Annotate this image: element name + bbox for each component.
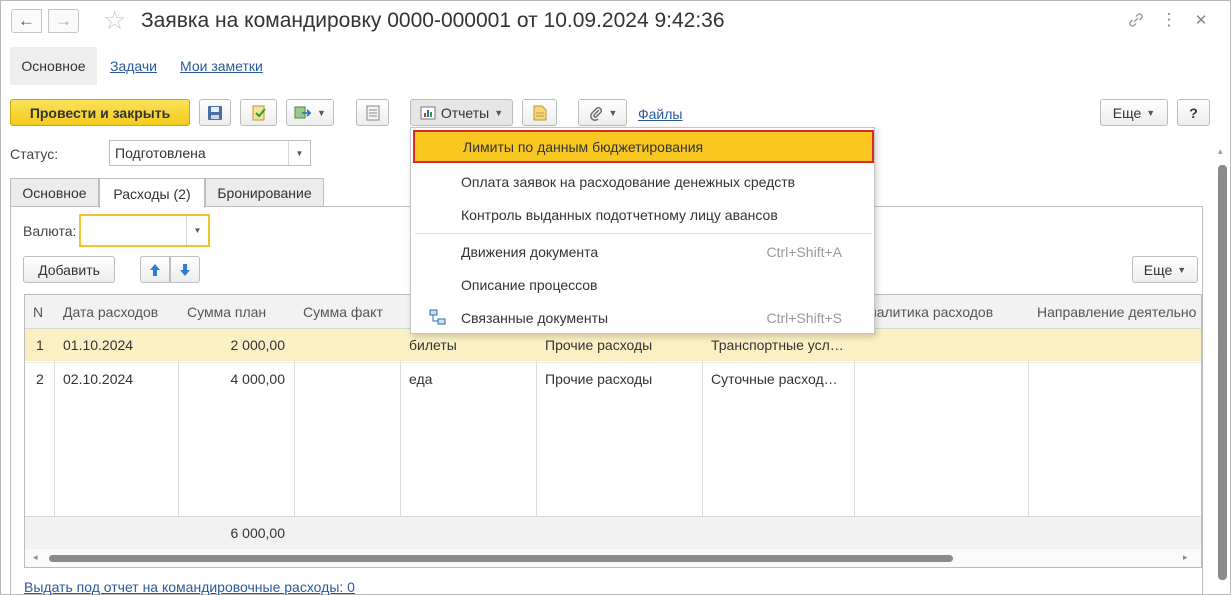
more-button[interactable]: Еще ▼ <box>1100 99 1168 126</box>
menu-item-payment-requests[interactable]: Оплата заявок на расходование денежных с… <box>411 165 874 198</box>
menu-item-label: Описание процессов <box>461 276 598 293</box>
scroll-up-icon[interactable]: ▴ <box>1218 146 1223 157</box>
files-link[interactable]: Файлы <box>638 106 682 122</box>
arrow-left-icon: ← <box>18 11 35 30</box>
close-icon[interactable]: ✕ <box>1190 9 1212 31</box>
chevron-down-icon: ▼ <box>494 107 504 118</box>
status-select[interactable]: Подготовлена ▼ <box>109 140 311 166</box>
status-label: Статус: <box>10 146 59 162</box>
chevron-down-icon: ▼ <box>608 107 618 118</box>
header-date[interactable]: Дата расходов <box>55 295 179 329</box>
header-direction[interactable]: Направление деятельно <box>1029 295 1201 329</box>
reports-menu: Лимиты по данным бюджетирования Оплата з… <box>410 127 875 334</box>
chevron-down-icon: ▼ <box>1177 264 1187 275</box>
help-button[interactable]: ? <box>1177 99 1210 126</box>
vertical-scroll-thumb[interactable] <box>1218 165 1227 580</box>
advance-link[interactable]: Выдать под отчет на командировочные расх… <box>24 579 355 595</box>
structure-button[interactable] <box>356 99 389 126</box>
menu-item-label: Движения документа <box>461 243 599 260</box>
scroll-right-icon[interactable]: ▸ <box>1183 552 1188 563</box>
save-icon <box>208 105 222 120</box>
move-up-button[interactable] <box>140 256 170 283</box>
tab-inner-main[interactable]: Основное <box>10 178 99 207</box>
menu-item-shortcut: Ctrl+Shift+S <box>766 309 842 326</box>
cell-fact <box>295 329 401 361</box>
paperclip-icon <box>589 106 602 121</box>
menu-separator <box>415 233 872 234</box>
save-button[interactable] <box>199 99 231 126</box>
create-based-on-button[interactable]: ▼ <box>286 99 334 126</box>
header-plan[interactable]: Сумма план <box>179 295 295 329</box>
tab-main[interactable]: Основное <box>10 47 97 85</box>
cell-date: 01.10.2024 <box>63 337 134 353</box>
cell-date: 02.10.2024 <box>63 371 134 387</box>
menu-item-budget-limits[interactable]: Лимиты по данным бюджетирования <box>413 130 874 163</box>
post-button[interactable] <box>240 99 277 126</box>
print-button[interactable] <box>522 99 557 126</box>
chevron-down-icon[interactable]: ▼ <box>186 216 208 245</box>
menu-item-shortcut: Ctrl+Shift+A <box>766 243 842 260</box>
menu-item-document-movements[interactable]: Движения документа Ctrl+Shift+A <box>411 235 874 268</box>
link-icon[interactable] <box>1125 9 1147 31</box>
attach-button[interactable]: ▼ <box>578 99 627 126</box>
cell-fact <box>295 363 401 395</box>
create-based-icon <box>294 106 312 118</box>
horizontal-scrollbar[interactable]: ◂ ▸ <box>25 549 1201 567</box>
tab-booking[interactable]: Бронирование <box>205 178 324 207</box>
forward-button[interactable]: → <box>48 9 79 33</box>
total-plan: 6 000,00 <box>230 525 286 541</box>
arrow-down-icon <box>180 263 190 276</box>
table-row[interactable]: 2 02.10.2024 4 000,00 еда Прочие расходы… <box>25 362 1201 394</box>
chevron-down-icon[interactable]: ▼ <box>288 141 310 165</box>
menu-item-label: Оплата заявок на расходование денежных с… <box>461 173 796 190</box>
tab-expenses[interactable]: Расходы (2) <box>99 178 205 208</box>
cell-plan: 2 000,00 <box>230 337 286 353</box>
post-and-close-button[interactable]: Провести и закрыть <box>10 99 190 126</box>
page-title: Заявка на командировку 0000-000001 от 10… <box>141 9 725 32</box>
menu-item-label: Лимиты по данным бюджетирования <box>463 138 704 155</box>
chevron-down-icon: ▼ <box>1146 107 1156 118</box>
table-footer: 6 000,00 <box>25 516 1201 549</box>
tab-tasks[interactable]: Задачи <box>110 58 157 74</box>
cell-plan: 4 000,00 <box>230 371 286 387</box>
reports-label: Отчеты <box>440 104 490 121</box>
tab-notes[interactable]: Мои заметки <box>180 58 263 74</box>
table-more-label: Еще <box>1143 261 1173 278</box>
horizontal-scroll-thumb[interactable] <box>49 555 953 562</box>
document-icon <box>533 105 546 120</box>
more-vert-icon[interactable]: ⋮ <box>1158 9 1180 31</box>
scroll-left-icon[interactable]: ◂ <box>33 552 38 563</box>
arrow-up-icon <box>150 263 160 276</box>
menu-item-label: Связанные документы <box>461 309 609 326</box>
header-analytics[interactable]: налитика расходов <box>855 295 1029 329</box>
cell-n: 2 <box>36 371 44 387</box>
menu-item-related-documents[interactable]: Связанные документы Ctrl+Shift+S <box>411 301 874 334</box>
cell-item: Суточные расход… <box>711 371 838 387</box>
back-button[interactable]: ← <box>11 9 42 33</box>
more-label: Еще <box>1112 104 1142 121</box>
reports-button[interactable]: Отчеты ▼ <box>410 99 513 126</box>
related-documents-icon <box>429 309 446 325</box>
favorite-star-icon[interactable]: ☆ <box>103 5 126 35</box>
expenses-table[interactable]: N Дата расходов Сумма план Сумма факт на… <box>24 294 1202 568</box>
add-button[interactable]: Добавить <box>23 256 115 283</box>
status-value: Подготовлена <box>115 145 206 161</box>
currency-select[interactable]: ▼ <box>79 214 210 247</box>
chevron-down-icon: ▼ <box>317 107 326 118</box>
cell-descr: еда <box>409 371 433 387</box>
cell-type: Прочие расходы <box>545 371 653 387</box>
menu-item-process-description[interactable]: Описание процессов <box>411 268 874 301</box>
arrow-right-icon: → <box>55 11 72 30</box>
list-icon <box>366 105 379 120</box>
header-fact[interactable]: Сумма факт <box>295 295 401 329</box>
move-down-button[interactable] <box>170 256 200 283</box>
menu-item-label: Контроль выданных подотчетному лицу аван… <box>461 206 778 223</box>
currency-label: Валюта: <box>23 223 77 239</box>
report-icon <box>420 106 436 119</box>
cell-n: 1 <box>36 337 44 353</box>
table-more-button[interactable]: Еще ▼ <box>1132 256 1198 283</box>
menu-item-advance-control[interactable]: Контроль выданных подотчетному лицу аван… <box>411 198 874 231</box>
header-n[interactable]: N <box>25 295 55 329</box>
post-icon <box>252 105 266 120</box>
